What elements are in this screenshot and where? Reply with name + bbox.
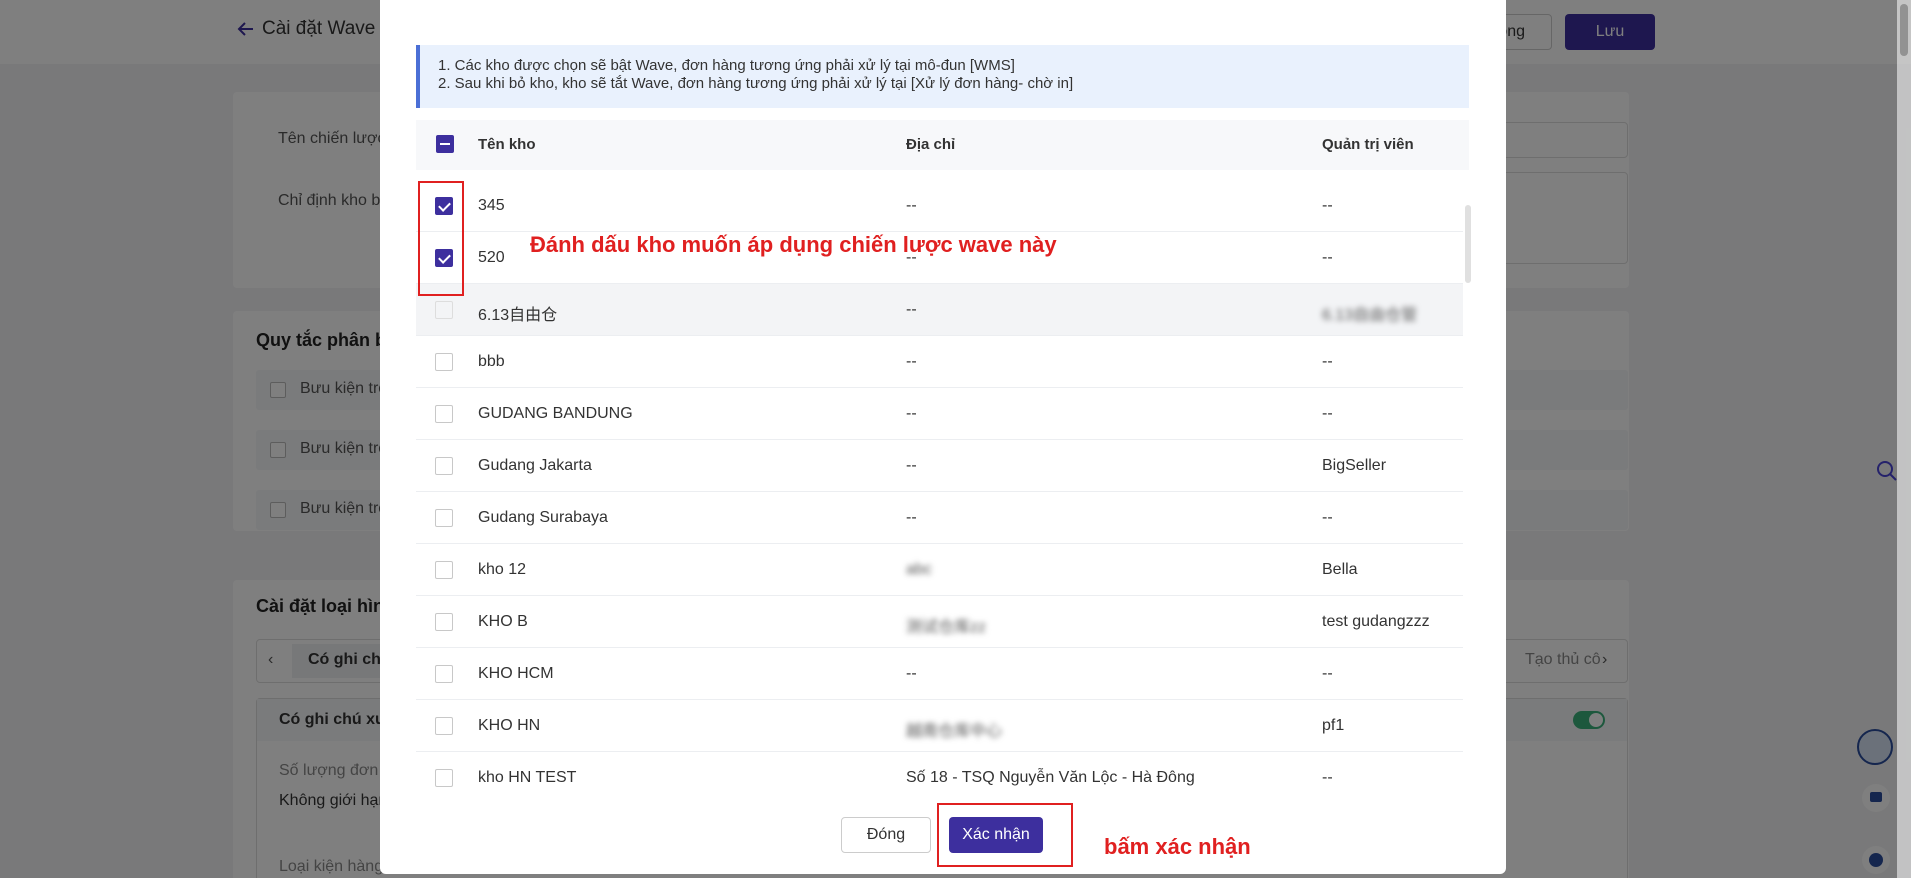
select-all-checkbox[interactable]: [436, 135, 454, 153]
warehouse-name: 520: [478, 249, 505, 266]
warehouse-admin: --: [1322, 197, 1333, 214]
table-row[interactable]: 6.13自由仓 -- 6.13自由仓管: [416, 284, 1463, 336]
warehouse-address: --: [906, 301, 917, 318]
warehouse-admin: pf1: [1322, 717, 1345, 734]
warehouse-admin: 6.13自由仓管: [1322, 307, 1418, 324]
warehouse-address: --: [906, 665, 917, 682]
warehouse-address: --: [906, 405, 917, 422]
warehouse-admin: --: [1322, 249, 1333, 266]
notice-box: 1. Các kho được chọn sẽ bật Wave, đơn hà…: [416, 45, 1469, 108]
warehouse-admin: --: [1322, 405, 1333, 422]
row-checkbox[interactable]: [435, 509, 453, 527]
warehouse-name: KHO HCM: [478, 665, 554, 682]
page-scrollbar-thumb[interactable]: [1900, 4, 1908, 56]
warehouse-name: kho 12: [478, 561, 527, 578]
row-checkbox[interactable]: [435, 613, 453, 631]
warehouse-admin: --: [1322, 665, 1333, 682]
row-checkbox[interactable]: [435, 769, 453, 787]
warehouse-name: GUDANG BANDUNG: [478, 405, 633, 422]
warehouse-admin: BigSeller: [1322, 457, 1387, 474]
row-checkbox[interactable]: [435, 405, 453, 423]
notice-line-2: 2. Sau khi bỏ kho, kho sẽ tắt Wave, đơn …: [438, 75, 1074, 92]
warehouse-name: Gudang Surabaya: [478, 509, 608, 526]
warehouse-name: KHO HN: [478, 717, 541, 734]
warehouse-name: bbb: [478, 353, 505, 370]
warehouse-name: KHO B: [478, 613, 528, 630]
row-checkbox[interactable]: [435, 561, 453, 579]
table-row[interactable]: bbb -- --: [416, 336, 1463, 388]
modal-scrollbar-thumb[interactable]: [1465, 205, 1471, 283]
table-row[interactable]: Gudang Jakarta -- BigSeller: [416, 440, 1463, 492]
warehouse-admin: --: [1322, 769, 1333, 786]
column-header-address: Địa chỉ: [906, 136, 956, 153]
row-checkbox[interactable]: [435, 717, 453, 735]
warehouse-name: 6.13自由仓: [478, 307, 558, 324]
warehouse-address: abc: [906, 561, 932, 578]
table-row[interactable]: kho 12 abc Bella: [416, 544, 1463, 596]
close-button[interactable]: Đóng: [841, 817, 931, 853]
table-row[interactable]: KHO B 测试仓库zz test gudangzzz: [416, 596, 1463, 648]
warehouse-table-body: 345 -- -- 520 -- -- 6.13自由仓 -- 6.13自由仓管 bbb -- -…: [416, 180, 1463, 793]
warehouse-modal: 1. Các kho được chọn sẽ bật Wave, đơn hà…: [380, 0, 1506, 874]
row-checkbox[interactable]: [435, 301, 453, 319]
warehouse-address: 测试仓库zz: [906, 619, 987, 636]
warehouse-address: --: [906, 197, 917, 214]
row-checkbox[interactable]: [435, 353, 453, 371]
warehouse-name: kho HN TEST: [478, 769, 577, 786]
annotation-confirm-text: bấm xác nhận: [1104, 834, 1251, 859]
page-scrollbar[interactable]: [1897, 0, 1911, 878]
warehouse-admin: --: [1322, 353, 1333, 370]
column-header-name: Tên kho: [478, 136, 536, 153]
notice-line-1: 1. Các kho được chọn sẽ bật Wave, đơn hà…: [438, 57, 1015, 74]
table-row[interactable]: KHO HN 越南仓库中心 pf1: [416, 700, 1463, 752]
table-header: Tên kho Địa chỉ Quản trị viên: [416, 120, 1469, 170]
warehouse-address: --: [906, 353, 917, 370]
column-header-admin: Quản trị viên: [1322, 136, 1414, 153]
warehouse-address: --: [906, 457, 917, 474]
warehouse-address: Số 18 - TSQ Nguyễn Văn Lộc - Hà Đông: [906, 769, 1195, 786]
warehouse-admin: Bella: [1322, 561, 1358, 578]
table-row[interactable]: KHO HCM -- --: [416, 648, 1463, 700]
annotation-mark-text: Đánh dấu kho muốn áp dụng chiến lược wav…: [530, 232, 1057, 257]
row-checkbox[interactable]: [435, 457, 453, 475]
warehouse-address: 越南仓库中心: [906, 723, 1003, 740]
warehouse-admin: test gudangzzz: [1322, 613, 1430, 630]
warehouse-name: Gudang Jakarta: [478, 457, 592, 474]
row-checkbox[interactable]: [435, 665, 453, 683]
warehouse-admin: --: [1322, 509, 1333, 526]
warehouse-name: 345: [478, 197, 505, 214]
table-row[interactable]: Gudang Surabaya -- --: [416, 492, 1463, 544]
annotation-checkbox-highlight: [418, 181, 464, 296]
table-row[interactable]: kho HN TEST Số 18 - TSQ Nguyễn Văn Lộc - …: [416, 752, 1463, 793]
annotation-confirm-highlight: [937, 803, 1073, 867]
warehouse-address: --: [906, 509, 917, 526]
table-row[interactable]: GUDANG BANDUNG -- --: [416, 388, 1463, 440]
table-row[interactable]: 345 -- --: [416, 180, 1463, 232]
